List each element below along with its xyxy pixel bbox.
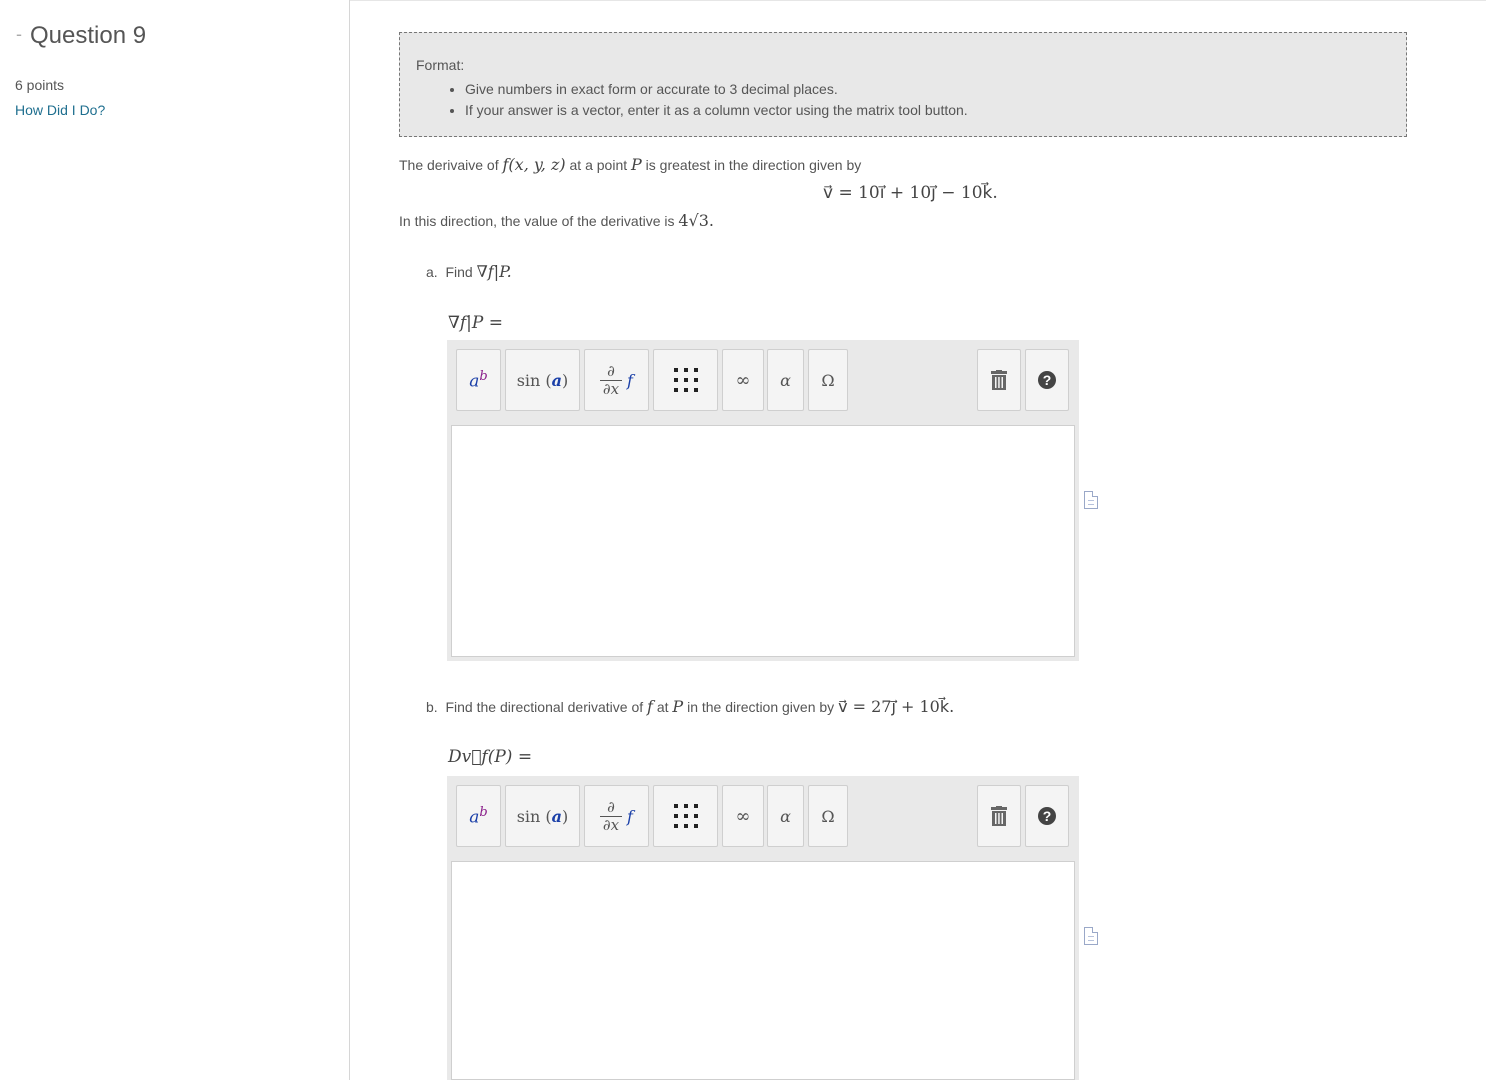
document-icon[interactable] bbox=[1084, 491, 1098, 509]
sidebar: - Question 9 6 points How Did I Do? bbox=[0, 0, 350, 1080]
derivative-button[interactable]: ∂ ∂x f bbox=[584, 785, 649, 847]
part-b-prefix: b. bbox=[426, 699, 438, 715]
format-item: If your answer is a vector, enter it as … bbox=[465, 102, 968, 118]
part-b-text: at bbox=[656, 699, 669, 715]
sin-button[interactable]: sin (a) bbox=[505, 785, 580, 847]
alpha-button[interactable]: α bbox=[767, 785, 804, 847]
answer-input-b[interactable] bbox=[451, 861, 1075, 1080]
sin-button[interactable]: sin (a) bbox=[505, 349, 580, 411]
part-b-text: in the direction given by bbox=[687, 699, 835, 715]
clear-button[interactable] bbox=[977, 785, 1021, 847]
derivative-glyph: ∂ ∂x f bbox=[600, 361, 633, 398]
direction-vector-b: v⃗ = 27j⃗ + 10k⃗. bbox=[838, 697, 955, 716]
svg-text:?: ? bbox=[1043, 808, 1052, 824]
point-symbol: P bbox=[672, 697, 684, 716]
value-math: 4√3. bbox=[678, 211, 715, 230]
problem-intro: The derivaive of f(x, y, z) at a point P… bbox=[399, 155, 861, 174]
format-label: Format: bbox=[416, 57, 465, 73]
part-a-answer-label: ∇f|P = bbox=[448, 313, 503, 333]
value-text: In this direction, the value of the deri… bbox=[399, 213, 675, 229]
gradient-expression: ∇f|P. bbox=[476, 262, 512, 281]
partial-top: ∂ bbox=[607, 361, 615, 380]
partial-bottom: ∂x bbox=[602, 815, 620, 834]
points-label: 6 points bbox=[15, 77, 65, 93]
derivative-value-line: In this direction, the value of the deri… bbox=[399, 211, 714, 230]
trash-icon bbox=[991, 806, 1007, 826]
help-icon: ? bbox=[1038, 371, 1056, 389]
part-a-prefix: a. bbox=[426, 264, 438, 280]
trash-icon bbox=[991, 370, 1007, 390]
partial-f: f bbox=[627, 370, 633, 390]
format-list: Give numbers in exact form or accurate t… bbox=[447, 81, 968, 123]
intro-text: at a point bbox=[569, 157, 628, 173]
collapse-dash[interactable]: - bbox=[16, 24, 22, 44]
answer-input-a[interactable] bbox=[451, 425, 1075, 657]
infinity-button[interactable]: ∞ bbox=[722, 349, 764, 411]
superscript-glyph: ab bbox=[469, 804, 488, 828]
omega-button[interactable]: Ω bbox=[808, 349, 848, 411]
part-b-answer-label: Dv⃗f(P) = bbox=[448, 747, 533, 767]
intro-text: is greatest in the direction given by bbox=[645, 157, 862, 173]
matrix-icon bbox=[673, 368, 698, 392]
math-editor-a: ab sin (a) ∂ ∂x f ∞ α Ω ? bbox=[447, 340, 1079, 661]
sin-glyph: sin (a) bbox=[516, 370, 569, 390]
partial-f: f bbox=[627, 806, 633, 826]
superscript-glyph: ab bbox=[469, 368, 488, 392]
help-icon: ? bbox=[1038, 807, 1056, 825]
matrix-button[interactable] bbox=[653, 785, 718, 847]
question-title-text: Question 9 bbox=[30, 22, 147, 49]
point-symbol: P bbox=[631, 155, 642, 174]
help-button[interactable]: ? bbox=[1025, 785, 1069, 847]
omega-button[interactable]: Ω bbox=[808, 785, 848, 847]
help-button[interactable]: ? bbox=[1025, 349, 1069, 411]
svg-text:?: ? bbox=[1043, 372, 1052, 388]
alpha-button[interactable]: α bbox=[767, 349, 804, 411]
part-b-prompt: b. Find the directional derivative of f … bbox=[426, 697, 954, 716]
partial-top: ∂ bbox=[607, 797, 615, 816]
how-did-i-do-link[interactable]: How Did I Do? bbox=[15, 102, 105, 118]
derivative-glyph: ∂ ∂x f bbox=[600, 797, 633, 834]
superscript-button[interactable]: ab bbox=[456, 785, 501, 847]
document-icon[interactable] bbox=[1084, 927, 1098, 945]
part-a-prompt: a. Find ∇f|P. bbox=[426, 262, 512, 281]
format-box: Format: Give numbers in exact form or ac… bbox=[399, 32, 1407, 137]
question-title: - Question 9 bbox=[16, 22, 146, 50]
intro-text: The derivaive of bbox=[399, 157, 499, 173]
derivative-button[interactable]: ∂ ∂x f bbox=[584, 349, 649, 411]
clear-button[interactable] bbox=[977, 349, 1021, 411]
function-expression: f(x, y, z) bbox=[502, 155, 566, 174]
function-symbol: f bbox=[647, 697, 653, 716]
infinity-button[interactable]: ∞ bbox=[722, 785, 764, 847]
superscript-button[interactable]: ab bbox=[456, 349, 501, 411]
math-editor-b: ab sin (a) ∂ ∂x f ∞ α Ω ? bbox=[447, 776, 1079, 1080]
sin-glyph: sin (a) bbox=[516, 806, 569, 826]
part-b-text: Find the directional derivative of bbox=[445, 699, 644, 715]
matrix-icon bbox=[673, 804, 698, 828]
format-item: Give numbers in exact form or accurate t… bbox=[465, 81, 968, 97]
matrix-button[interactable] bbox=[653, 349, 718, 411]
partial-bottom: ∂x bbox=[602, 379, 620, 398]
direction-vector-equation: v⃗ = 10i⃗ + 10j⃗ − 10k⃗. bbox=[823, 183, 998, 203]
part-a-text: Find bbox=[445, 264, 473, 280]
